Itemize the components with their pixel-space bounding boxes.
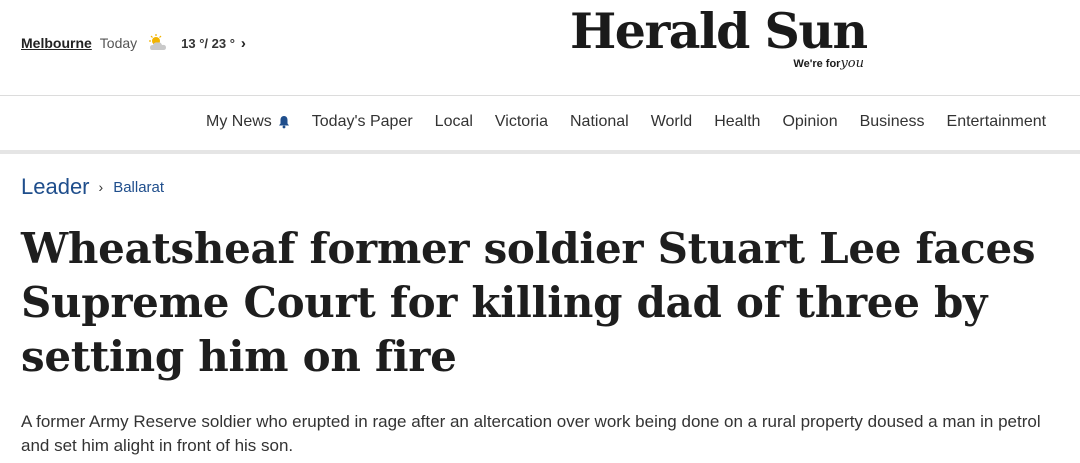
bell-icon xyxy=(278,115,290,129)
tagline-prefix: We're for xyxy=(793,58,841,70)
brand-tagline: We're foryou xyxy=(793,56,864,71)
nav-item-label: My News xyxy=(206,113,272,130)
partly-cloudy-icon xyxy=(147,34,171,52)
nav-item-opinion[interactable]: Opinion xyxy=(782,113,837,131)
article-headline: Wheatsheaf former soldier Stuart Lee fac… xyxy=(21,224,1036,381)
breadcrumb-subsection-link[interactable]: Ballarat xyxy=(113,179,164,196)
weather-widget[interactable]: Melbourne Today 13 °/ 23 ° › xyxy=(21,34,246,52)
nav-item-my-news[interactable]: My News xyxy=(206,113,290,131)
nav-item-local[interactable]: Local xyxy=(435,113,473,131)
top-bar: Melbourne Today 13 °/ 23 ° › Herald Sun … xyxy=(0,0,1080,95)
weather-temperature: 13 °/ 23 ° xyxy=(181,35,235,51)
nav-item-world[interactable]: World xyxy=(651,113,693,131)
header-divider xyxy=(0,95,1080,96)
nav-item-victoria[interactable]: Victoria xyxy=(495,113,548,131)
breadcrumb-section-link[interactable]: Leader xyxy=(21,174,90,200)
tagline-script: you xyxy=(840,56,864,71)
weather-day-label: Today xyxy=(99,35,138,51)
nav-divider xyxy=(0,150,1080,154)
nav-item-health[interactable]: Health xyxy=(714,113,760,131)
breadcrumb: Leader › Ballarat xyxy=(21,174,164,200)
brand-logo[interactable]: Herald Sun We're foryou xyxy=(570,2,870,82)
nav-item-todays-paper[interactable]: Today's Paper xyxy=(312,113,413,131)
brand-name: Herald Sun xyxy=(570,2,868,60)
main-nav: My News Today's Paper Local Victoria Nat… xyxy=(206,113,1068,131)
nav-item-national[interactable]: National xyxy=(570,113,629,131)
chevron-right-icon: › xyxy=(98,179,104,195)
nav-item-business[interactable]: Business xyxy=(860,113,925,131)
chevron-right-icon[interactable]: › xyxy=(241,35,246,52)
weather-city-link[interactable]: Melbourne xyxy=(21,35,92,51)
article-standfirst: A former Army Reserve soldier who erupte… xyxy=(21,412,1041,455)
nav-item-entertainment[interactable]: Entertainment xyxy=(947,113,1047,131)
